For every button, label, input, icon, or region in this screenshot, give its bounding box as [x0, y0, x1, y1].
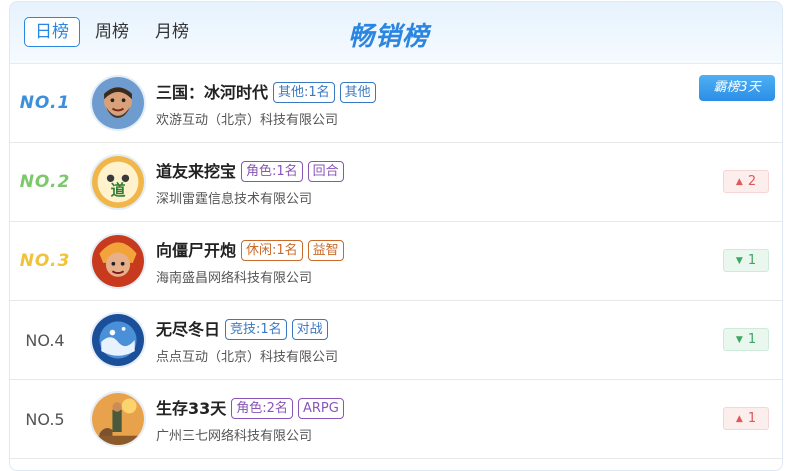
tab-daily[interactable]: 日榜: [24, 17, 80, 47]
rank-change-badge: ▼ 1: [723, 249, 769, 272]
bestseller-panel: 日榜 周榜 月榜 畅销榜 NO.1 三国：冰河时代 其他:1名 其他 欢游互动（北京…: [9, 1, 783, 471]
company-name: 深圳雷霆信息技术有限公司: [156, 192, 313, 207]
rank-label: NO.5: [25, 410, 65, 429]
arrow-down-icon: ▼: [735, 335, 743, 345]
rank-change-badge: ▲ 1: [723, 407, 769, 430]
list-item[interactable]: NO.3 向僵尸开炮 休闲:1名 益智 海南盛昌网络科技有限公司 ▼ 1: [10, 222, 782, 301]
survivor-dog-avatar-icon[interactable]: [90, 391, 146, 447]
rank-change-value: 1: [747, 332, 757, 347]
game-title[interactable]: 向僵尸开炮: [156, 241, 236, 260]
streak-badge: 霸榜3天: [699, 75, 775, 101]
tab-monthly[interactable]: 月榜: [144, 17, 200, 47]
panel-header: 日榜 周榜 月榜 畅销榜: [10, 2, 782, 64]
rank-label: NO.3: [19, 251, 71, 271]
rank-label: NO.2: [19, 172, 71, 192]
genre-tag[interactable]: 益智: [307, 240, 344, 261]
company-name: 海南盛昌网络科技有限公司: [156, 271, 313, 286]
bearded-warrior-avatar-icon[interactable]: [90, 75, 146, 131]
arrow-up-icon: ▲: [735, 414, 743, 424]
game-title[interactable]: 三国：冰河时代: [156, 83, 268, 102]
snow-globe-avatar-icon[interactable]: [90, 312, 146, 368]
genre-tag[interactable]: 对战: [291, 319, 328, 340]
arrow-up-icon: ▲: [735, 177, 743, 187]
genre-rank-tag[interactable]: 竞技:1名: [225, 319, 287, 340]
game-name[interactable]: 生存33天 角色:2名 ARPG: [156, 395, 344, 419]
company-name: 欢游互动（北京）科技有限公司: [156, 113, 339, 128]
rank-change-value: 1: [747, 411, 757, 426]
game-title[interactable]: 无尽冬日: [156, 320, 220, 339]
list-item[interactable]: NO.5 生存33天 角色:2名 ARPG 广州三七网络科技有限公司 ▲ 1: [10, 380, 782, 459]
page-title: 畅销榜: [348, 22, 430, 52]
genre-tag[interactable]: ARPG: [297, 398, 344, 419]
genre-rank-tag[interactable]: 角色:1名: [241, 161, 303, 182]
company-name: 广州三七网络科技有限公司: [156, 429, 313, 444]
genre-rank-tag[interactable]: 其他:1名: [273, 82, 335, 103]
period-tabs: 日榜 周榜 月榜: [24, 17, 204, 47]
arrow-down-icon: ▼: [735, 256, 743, 266]
game-name[interactable]: 无尽冬日 竞技:1名 对战: [156, 316, 328, 340]
fire-soldier-avatar-icon[interactable]: [90, 233, 146, 289]
company-name: 点点互动（北京）科技有限公司: [156, 350, 339, 365]
game-name[interactable]: 三国：冰河时代 其他:1名 其他: [156, 79, 376, 103]
list-item[interactable]: NO.1 三国：冰河时代 其他:1名 其他 欢游互动（北京）科技有限公司 霸榜3天: [10, 64, 782, 143]
genre-tag[interactable]: 其他: [339, 82, 376, 103]
dao-character-avatar-icon[interactable]: 道: [90, 154, 146, 210]
tab-weekly[interactable]: 周榜: [84, 17, 140, 47]
list-item[interactable]: NO.4 无尽冬日 竞技:1名 对战 点点互动（北京）科技有限公司 ▼ 1: [10, 301, 782, 380]
genre-rank-tag[interactable]: 角色:2名: [231, 398, 293, 419]
rank-change-value: 2: [747, 174, 757, 189]
rank-change-badge: ▲ 2: [723, 170, 769, 193]
game-name[interactable]: 向僵尸开炮 休闲:1名 益智: [156, 237, 344, 261]
rank-change-value: 1: [747, 253, 757, 268]
genre-tag[interactable]: 回合: [307, 161, 344, 182]
game-title[interactable]: 道友来挖宝: [156, 162, 236, 181]
rank-label: NO.4: [25, 331, 65, 350]
list-item[interactable]: NO.2 道 道友来挖宝 角色:1名 回合 深圳雷霆信息技术有限公司 ▲ 2: [10, 143, 782, 222]
game-name[interactable]: 道友来挖宝 角色:1名 回合: [156, 158, 344, 182]
genre-rank-tag[interactable]: 休闲:1名: [241, 240, 303, 261]
rank-label: NO.1: [19, 93, 71, 113]
game-title[interactable]: 生存33天: [156, 399, 226, 418]
svg-text:道: 道: [111, 181, 126, 199]
rank-change-badge: ▼ 1: [723, 328, 769, 351]
